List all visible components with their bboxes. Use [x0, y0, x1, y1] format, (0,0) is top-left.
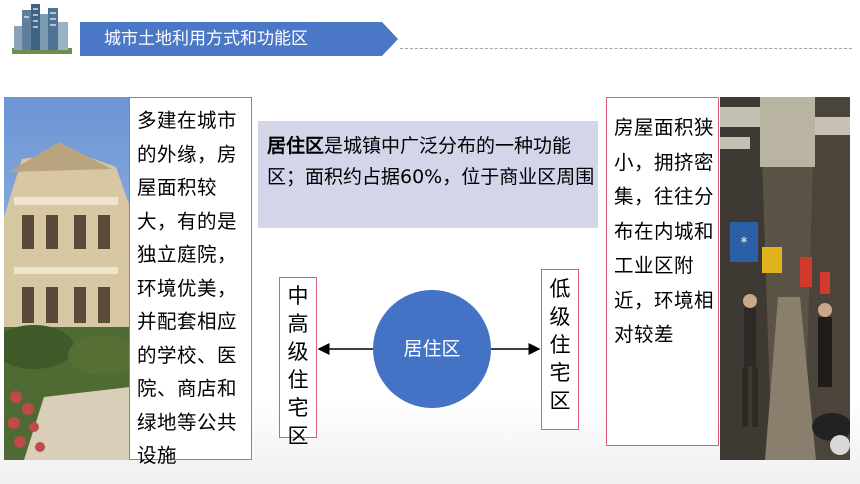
residential-zone-circle: 居住区 [373, 290, 491, 408]
connector-arrows [317, 343, 541, 355]
